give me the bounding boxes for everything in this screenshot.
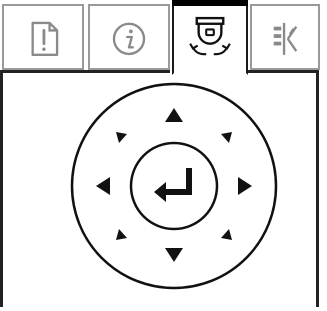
alert-document-icon: [31, 21, 59, 57]
tab-info[interactable]: [88, 4, 170, 70]
info-icon: [112, 22, 146, 56]
ptz-content: [0, 72, 327, 307]
input-output-icon: [273, 22, 298, 55]
center-enter-button[interactable]: [129, 141, 219, 231]
ptz-control-panel: [0, 0, 327, 307]
ptz-camera-icon: [189, 16, 231, 56]
tab-io[interactable]: [250, 4, 320, 70]
tab-bar: [0, 0, 327, 75]
tab-camera-control[interactable]: [172, 0, 248, 75]
tab-alert[interactable]: [2, 4, 84, 70]
ptz-joystick: [70, 82, 278, 290]
